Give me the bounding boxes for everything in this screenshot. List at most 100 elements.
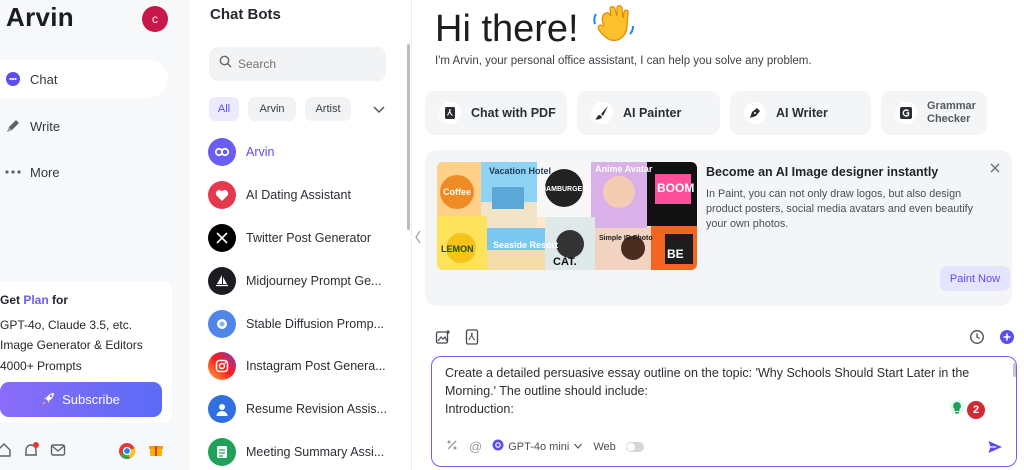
pen-nib-icon	[744, 102, 766, 124]
filter-chip-artist[interactable]: Artist	[305, 97, 351, 121]
bot-item-arvin[interactable]: Arvin	[208, 137, 398, 167]
heart-icon	[208, 181, 236, 209]
bottom-toolbar	[0, 440, 172, 464]
greeting-subtitle: I'm Arvin, your personal office assistan…	[435, 55, 812, 67]
new-chat-icon[interactable]	[999, 329, 1015, 350]
chat-bots-panel: Chat Bots All Arvin Artist Arvin AI Dati…	[190, 0, 412, 470]
collage-label: Anime Avatar	[595, 164, 653, 174]
promo-feature: GPT-4o, Claude 3.5, etc.	[0, 318, 133, 332]
chevron-down-icon[interactable]	[372, 101, 386, 119]
person-icon	[208, 395, 236, 423]
tool-grammar-checker[interactable]: Grammar Checker	[881, 91, 987, 135]
collage-label: Seaside Resort	[493, 240, 558, 250]
brand-name: Arvin	[6, 2, 74, 32]
filter-chip-arvin[interactable]: Arvin	[248, 97, 296, 121]
paint-now-button[interactable]: Paint Now	[940, 266, 1010, 291]
collage-label: BOOM	[657, 181, 694, 195]
arvin-logo	[208, 138, 236, 166]
chrome-icon[interactable]	[118, 442, 136, 465]
more-dots-icon	[0, 169, 28, 175]
tool-ai-writer[interactable]: AI Writer	[730, 91, 871, 135]
shortcut-icon[interactable]	[445, 438, 459, 455]
collage-label: Vacation Hotel	[489, 166, 551, 176]
tool-label: AI Writer	[776, 106, 828, 120]
ai-image-collage: Coffee Vacation Hotel HAMBURGER Anime Av…	[437, 162, 697, 270]
grammarly-icon	[895, 102, 917, 124]
collage-label: Simple ID Photo	[599, 235, 653, 242]
gift-icon[interactable]	[148, 442, 164, 463]
search-icon	[219, 55, 232, 73]
nav-item-chat[interactable]: Chat	[0, 60, 168, 98]
pdf-upload-icon[interactable]	[465, 329, 479, 350]
send-icon[interactable]	[987, 439, 1003, 460]
pen-icon	[0, 118, 28, 134]
bot-item[interactable]: Twitter Post Generator	[208, 223, 398, 253]
lightbulb-icon	[949, 399, 965, 422]
promo-feature: Image Generator & Editors	[0, 338, 143, 352]
composer-scrollbar[interactable]	[1013, 363, 1016, 377]
nav-item-label: Chat	[30, 71, 58, 87]
paint-promo-banner: Coffee Vacation Hotel HAMBURGER Anime Av…	[425, 150, 1012, 306]
bell-icon[interactable]	[22, 442, 40, 465]
document-icon	[208, 438, 236, 466]
left-nav: Arvin c Chat Write More Get Plan for GPT…	[0, 0, 190, 470]
web-label: Web	[593, 440, 616, 453]
upgrade-promo-card: Get Plan for GPT-4o, Claude 3.5, etc. Im…	[0, 281, 172, 423]
rocket-icon	[42, 391, 56, 408]
add-image-icon[interactable]	[435, 329, 451, 350]
tool-label: AI Painter	[623, 106, 682, 120]
bot-item[interactable]: Instagram Post Genera...	[208, 351, 398, 381]
nav-item-more[interactable]: More	[0, 153, 60, 191]
input-toolbar	[435, 329, 479, 350]
close-icon[interactable]	[990, 160, 1000, 178]
bots-scrollbar[interactable]	[407, 44, 410, 230]
bot-item[interactable]: Midjourney Prompt Ge...	[208, 266, 398, 296]
bot-name: Resume Revision Assis...	[246, 402, 388, 416]
bot-name: Stable Diffusion Promp...	[246, 317, 385, 331]
subscribe-label: Subscribe	[62, 392, 120, 407]
app-window: Arvin c Chat Write More Get Plan for GPT…	[0, 0, 1024, 470]
suggestion-badge[interactable]: 2	[949, 399, 985, 421]
bot-item[interactable]: Resume Revision Assis...	[208, 394, 398, 424]
bot-name: Midjourney Prompt Ge...	[246, 274, 382, 288]
model-selector[interactable]: GPT-4o mini	[492, 439, 583, 454]
search-input[interactable]	[238, 57, 378, 71]
bot-name: Twitter Post Generator	[246, 231, 372, 245]
bot-search[interactable]	[209, 47, 386, 81]
message-composer[interactable]: Create a detailed persuasive essay outli…	[431, 356, 1017, 467]
suggestion-count: 2	[967, 401, 985, 419]
filter-chip-all[interactable]: All	[209, 97, 239, 121]
nav-item-write[interactable]: Write	[0, 107, 60, 145]
mail-icon[interactable]	[50, 442, 66, 463]
collage-label: HAMBURGER	[541, 186, 587, 193]
panel-title: Chat Bots	[210, 6, 281, 23]
subscribe-button[interactable]: Subscribe	[0, 382, 162, 417]
mention-icon[interactable]: @	[469, 439, 482, 454]
bot-name: Arvin	[246, 145, 275, 159]
plan-link[interactable]: Plan	[23, 293, 48, 307]
chevron-down-icon	[573, 441, 583, 453]
message-input[interactable]: Create a detailed persuasive essay outli…	[445, 364, 993, 418]
bot-item[interactable]: Stable Diffusion Promp...	[208, 309, 398, 339]
waving-hand-icon	[591, 2, 635, 56]
banner-description: In Paint, you can not only draw logos, b…	[706, 188, 974, 230]
bot-item[interactable]: Meeting Summary Assi...	[208, 437, 398, 467]
tool-ai-painter[interactable]: AI Painter	[577, 91, 720, 135]
bot-name: Meeting Summary Assi...	[246, 445, 385, 459]
tool-chat-with-pdf[interactable]: Chat with PDF	[425, 91, 567, 135]
collage-label: Coffee	[443, 187, 471, 197]
tool-label: Grammar Checker	[927, 100, 976, 125]
banner-title: Become an AI Image designer instantly	[706, 165, 939, 179]
nav-item-label: Write	[30, 118, 61, 134]
prompt-line: Create a detailed persuasive essay outli…	[445, 366, 970, 380]
instagram-logo	[208, 352, 236, 380]
bot-name: AI Dating Assistant	[246, 188, 351, 202]
home-icon[interactable]	[0, 442, 12, 463]
web-toggle[interactable]	[625, 441, 644, 452]
history-icon[interactable]	[969, 329, 985, 350]
user-avatar[interactable]: c	[142, 6, 168, 32]
nav-item-label: More	[30, 164, 60, 180]
prompt-line: Introduction:	[445, 402, 514, 416]
bot-item[interactable]: AI Dating Assistant	[208, 180, 398, 210]
model-name: GPT-4o mini	[508, 440, 570, 453]
